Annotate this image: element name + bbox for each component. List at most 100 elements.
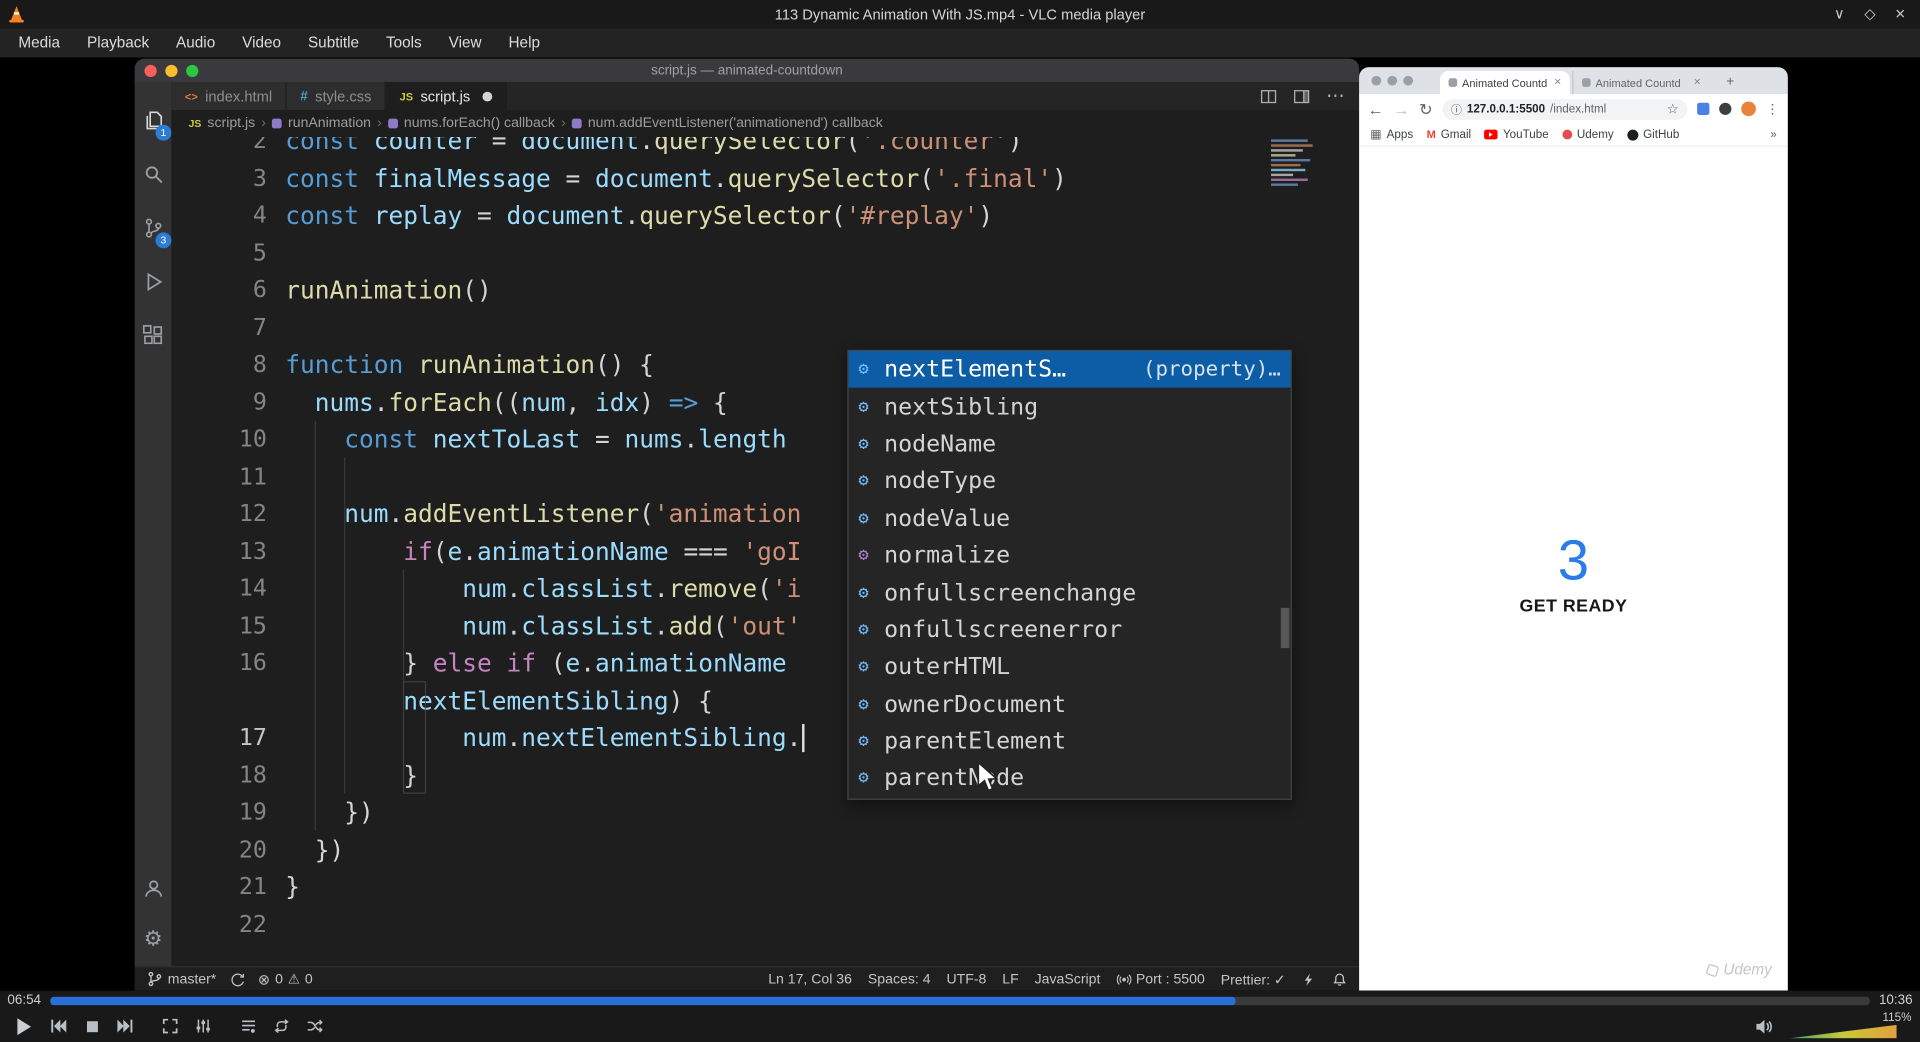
code-text: } else if (e.animationName [285,648,787,678]
suggestion-item[interactable]: outerHTML [849,648,1291,685]
sync-button[interactable] [230,972,245,987]
tab-script-js[interactable]: JS script.js [386,81,507,111]
suggestion-item[interactable]: nodeName [849,425,1291,462]
previous-button[interactable] [47,1014,71,1038]
prettier-status[interactable]: Prettier: ✓ [1221,970,1286,988]
suggestion-item[interactable]: normalize [849,537,1291,574]
extensions-button[interactable] [135,312,172,358]
back-button[interactable] [1368,101,1384,117]
video-area[interactable]: script.js — animated-countdown 1 3 ⚙ <> … [0,57,1920,991]
menu-tools[interactable]: Tools [380,32,428,54]
line-number: 5 [252,239,267,267]
new-tab-button[interactable] [1722,73,1739,90]
explorer-button[interactable]: 1 [135,97,172,143]
address-bar[interactable]: 127.0.0.1:5500 /index.html [1442,98,1688,120]
cursor-position[interactable]: Ln 17, Col 36 [768,972,852,987]
maximize-button[interactable] [1864,0,1875,29]
browser-tab-inactive[interactable]: Animated Countd [1572,70,1709,95]
chrome-menu-icon[interactable] [1766,98,1779,120]
menu-video[interactable]: Video [236,32,287,54]
suggestion-item[interactable]: parentElement [849,723,1291,760]
suggestion-item[interactable]: nodeType [849,463,1291,500]
udemy-logo-icon [1706,962,1720,977]
suggestion-item[interactable]: parentNode [849,760,1291,797]
code-editor[interactable]: 2 const counter = document.querySelector(… [171,136,1360,967]
account-button[interactable] [135,871,172,905]
extension-icon[interactable] [1719,102,1732,115]
tab-index-html[interactable]: <> index.html [171,81,287,111]
settings-button[interactable] [135,922,172,956]
menu-view[interactable]: View [443,32,488,54]
mute-button[interactable] [1751,1014,1775,1038]
menu-subtitle[interactable]: Subtitle [302,32,365,54]
line-number: 4 [252,201,267,229]
suggestion-label: onfullscreenerror [884,616,1123,644]
playlist-button[interactable] [236,1014,260,1038]
breadcrumb-symbol[interactable]: num.addEventListener('animationend') cal… [588,116,883,131]
suggestion-item[interactable]: onfullscreenerror [849,611,1291,648]
stop-button[interactable] [80,1014,104,1038]
bookmarks-overflow-icon[interactable] [1770,128,1776,141]
eol-setting[interactable]: LF [1002,972,1018,987]
menu-help[interactable]: Help [502,32,546,54]
breadcrumbs: JS script.js runAnimation nums.forEach()… [171,110,1360,137]
suggestion-label: normalize [884,541,1011,569]
profile-avatar[interactable] [1741,101,1756,117]
layout-icon[interactable] [1293,87,1310,104]
reload-button[interactable] [1419,101,1432,117]
live-server-port[interactable]: Port : 5500 [1116,972,1205,986]
bolt-icon[interactable] [1302,972,1317,987]
bookmark-star-icon[interactable] [1667,101,1679,117]
suggestion-item[interactable]: ownerDocument [849,686,1291,723]
extension-icon[interactable] [1697,102,1710,115]
next-button[interactable] [113,1014,137,1038]
suggestion-item[interactable]: onfullscreenchange [849,574,1291,611]
line-number: 3 [252,164,267,192]
breadcrumb-symbol[interactable]: runAnimation [288,116,371,131]
bookmark-udemy[interactable]: Udemy [1562,128,1614,141]
forward-button[interactable] [1393,101,1409,117]
indentation-setting[interactable]: Spaces: 4 [868,972,931,987]
close-tab-icon[interactable] [1694,76,1701,89]
menu-media[interactable]: Media [12,32,66,54]
problems-indicator[interactable]: 0 0 [258,970,313,987]
breadcrumb-symbol[interactable]: nums.forEach() callback [404,116,555,131]
suggestion-item[interactable]: nextSibling [849,388,1291,425]
run-debug-button[interactable] [135,258,172,304]
bookmark-github[interactable]: GitHub [1627,128,1679,141]
shuffle-button[interactable] [302,1014,326,1038]
breadcrumb-file[interactable]: script.js [207,116,255,131]
branch-indicator[interactable]: master* [147,971,216,987]
suggestion-item[interactable]: nextElementS… (property)… [848,351,1291,389]
seek-slider[interactable] [49,996,1871,1005]
bookmarks-bar: Apps M Gmail YouTube Udemy GitHub [1359,123,1788,147]
tab-style-css[interactable]: # style.css [286,81,387,111]
bookmark-gmail[interactable]: M Gmail [1427,128,1471,141]
split-editor-icon[interactable] [1260,87,1277,104]
language-mode[interactable]: JavaScript [1035,972,1101,987]
bookmark-apps[interactable]: Apps [1370,128,1414,141]
more-actions-icon[interactable] [1326,84,1344,107]
volume-slider[interactable]: 115% [1788,1011,1911,1040]
code-text: const finalMessage = document.querySelec… [285,163,1067,193]
fullscreen-button[interactable] [158,1014,182,1038]
loop-button[interactable] [269,1014,293,1038]
minimize-button[interactable] [1834,0,1845,29]
suggestion-item[interactable]: nodeValue [849,500,1291,537]
close-button[interactable] [1895,0,1905,29]
close-tab-icon[interactable] [1554,76,1561,89]
browser-tab-active[interactable]: Animated Countd [1440,70,1570,95]
symbol-method-icon [272,118,282,129]
search-button[interactable] [135,150,172,196]
minimap[interactable] [1271,139,1320,195]
site-info-icon[interactable] [1451,101,1462,117]
encoding-setting[interactable]: UTF-8 [946,972,986,987]
suggest-scrollbar[interactable] [1280,607,1290,649]
source-control-button[interactable]: 3 [135,204,172,250]
bell-icon[interactable] [1332,972,1347,987]
menu-playback[interactable]: Playback [81,32,155,54]
extended-settings-button[interactable] [191,1014,215,1038]
bookmark-youtube[interactable]: YouTube [1484,128,1549,141]
play-button[interactable] [9,1014,38,1038]
menu-audio[interactable]: Audio [170,32,221,54]
